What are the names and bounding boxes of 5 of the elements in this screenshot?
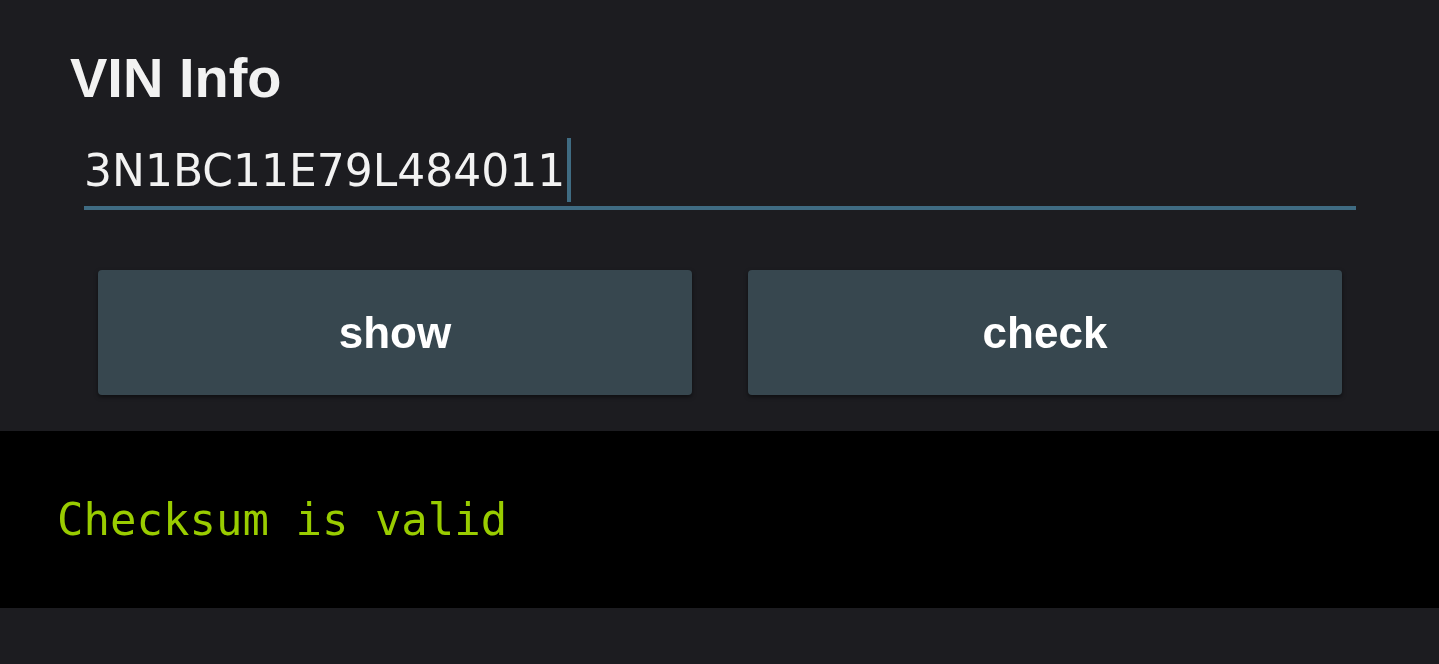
action-button[interactable]: check — [748, 270, 1342, 395]
action-button[interactable]: show — [98, 270, 692, 395]
app-title: VIN Info — [70, 45, 283, 111]
result-text: Checksum is valid — [57, 494, 508, 545]
vin-input-field[interactable]: 3N1BC11E79L484011 — [84, 134, 1356, 210]
